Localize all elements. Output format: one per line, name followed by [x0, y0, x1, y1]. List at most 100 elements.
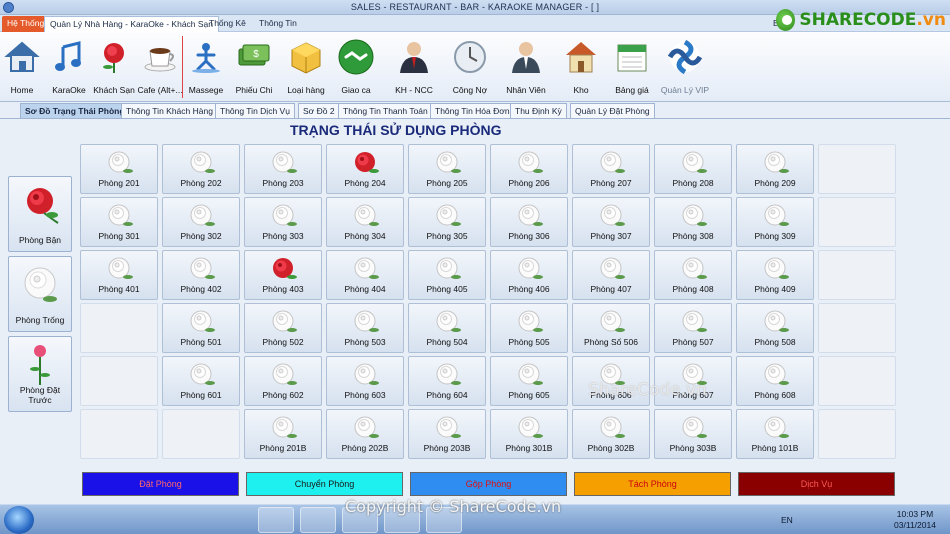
- ribbon-debt-button[interactable]: Công Nợ: [446, 35, 494, 99]
- room-button[interactable]: Phòng 301: [80, 197, 158, 247]
- room-button[interactable]: Phòng 202: [162, 144, 240, 194]
- room-button[interactable]: Phòng 206: [490, 144, 568, 194]
- ribbon-category-button[interactable]: Loại hàng: [282, 35, 330, 99]
- room-label: Phòng 403: [262, 284, 304, 294]
- room-button[interactable]: Phòng 501: [162, 303, 240, 353]
- room-button[interactable]: Phòng 209: [736, 144, 814, 194]
- rose-icon: [103, 43, 124, 73]
- ribbon-cafe-button[interactable]: Cafe (Alt+...: [137, 35, 183, 99]
- room-button[interactable]: Phòng 503: [326, 303, 404, 353]
- services-button[interactable]: Dịch Vụ: [738, 472, 895, 496]
- start-button[interactable]: [4, 506, 34, 534]
- room-label: Phòng 203: [262, 178, 304, 188]
- room-button[interactable]: Phòng 408: [654, 250, 732, 300]
- room-label: Phòng 309: [754, 231, 796, 241]
- ribbon-customer-supplier-button[interactable]: KH - NCC: [388, 35, 440, 99]
- room-button[interactable]: Phòng 304: [326, 197, 404, 247]
- room-button[interactable]: Phòng 401: [80, 250, 158, 300]
- tab-periodic-collection[interactable]: Thu Định Kỳ: [510, 103, 567, 118]
- room-button[interactable]: Phòng 507: [654, 303, 732, 353]
- transfer-room-button[interactable]: Chuyển Phòng: [246, 472, 403, 496]
- room-button[interactable]: Phòng Số 506: [572, 303, 650, 353]
- room-button[interactable]: Phòng 603: [326, 356, 404, 406]
- tab-booking-management[interactable]: Quản Lý Đặt Phòng: [570, 103, 655, 118]
- book-room-button[interactable]: Đặt Phòng: [82, 472, 239, 496]
- white-rose-icon: [682, 310, 707, 332]
- room-button[interactable]: Phòng 403: [244, 250, 322, 300]
- room-button[interactable]: Phòng 202B: [326, 409, 404, 459]
- room-button[interactable]: Phòng 201B: [244, 409, 322, 459]
- room-button[interactable]: Phòng 303B: [654, 409, 732, 459]
- room-button[interactable]: Phòng 301B: [490, 409, 568, 459]
- room-button[interactable]: Phòng 208: [654, 144, 732, 194]
- tab-invoice-info[interactable]: Thông Tin Hóa Đơn: [430, 103, 515, 118]
- room-button[interactable]: Phòng 306: [490, 197, 568, 247]
- menu-tab-info[interactable]: Thông Tin: [254, 16, 302, 32]
- room-button[interactable]: Phòng 508: [736, 303, 814, 353]
- ribbon-massage-button[interactable]: Massege: [185, 35, 227, 99]
- room-button[interactable]: Phòng 605: [490, 356, 568, 406]
- tab-map-2[interactable]: Sơ Đồ 2: [298, 103, 340, 118]
- room-button[interactable]: Phòng 307: [572, 197, 650, 247]
- tab-room-status-map[interactable]: Sơ Đồ Trạng Thái Phòng: [20, 103, 130, 118]
- room-button[interactable]: Phòng 309: [736, 197, 814, 247]
- room-button[interactable]: Phòng 604: [408, 356, 486, 406]
- room-button[interactable]: Phòng 402: [162, 250, 240, 300]
- ribbon-warehouse-button[interactable]: Kho: [558, 35, 604, 99]
- tab-service-info[interactable]: Thông Tin Dịch Vụ: [215, 103, 295, 118]
- room-button[interactable]: Phòng 305: [408, 197, 486, 247]
- room-button[interactable]: Phòng 203: [244, 144, 322, 194]
- language-indicator[interactable]: EN: [781, 515, 793, 525]
- white-rose-icon: [190, 310, 215, 332]
- taskbar-word-icon[interactable]: [300, 507, 336, 533]
- menu-tab-system[interactable]: Hệ Thống: [2, 16, 50, 32]
- taskbar-app-1-icon[interactable]: [44, 507, 80, 533]
- ribbon-vip-button[interactable]: Quản Lý VIP: [660, 35, 710, 99]
- room-button[interactable]: Phòng 201: [80, 144, 158, 194]
- white-rose-icon: [764, 204, 789, 226]
- taskbar-app-4-icon[interactable]: [172, 507, 208, 533]
- taskbar-chrome-icon[interactable]: [214, 507, 250, 533]
- room-button[interactable]: Phòng 302B: [572, 409, 650, 459]
- room-button[interactable]: Phòng 502: [244, 303, 322, 353]
- taskbar-ie-icon[interactable]: [130, 507, 166, 533]
- room-button[interactable]: Phòng 407: [572, 250, 650, 300]
- taskbar-app-2-icon[interactable]: [88, 507, 124, 533]
- room-button[interactable]: Phòng 101B: [736, 409, 814, 459]
- merge-room-button[interactable]: Gộp Phòng: [410, 472, 567, 496]
- room-button[interactable]: Phòng 207: [572, 144, 650, 194]
- menu-tab-management[interactable]: Quản Lý Nhà Hàng - KaraOke - Khách Sạn: [44, 16, 220, 32]
- room-button[interactable]: Phòng 602: [244, 356, 322, 406]
- white-rose-icon: [764, 363, 789, 385]
- room-button[interactable]: Phòng 504: [408, 303, 486, 353]
- room-button[interactable]: Phòng 205: [408, 144, 486, 194]
- split-room-button[interactable]: Tách Phòng: [574, 472, 731, 496]
- room-button[interactable]: Phòng 505: [490, 303, 568, 353]
- room-button[interactable]: Phòng 405: [408, 250, 486, 300]
- room-button[interactable]: Phòng 601: [162, 356, 240, 406]
- room-button[interactable]: Phòng 302: [162, 197, 240, 247]
- legend-reserved-room-button[interactable]: Phòng Đặt Trước: [8, 336, 72, 412]
- room-button[interactable]: Phòng 303: [244, 197, 322, 247]
- ribbon-karaoke-button[interactable]: KaraOke: [48, 35, 90, 99]
- legend-free-room-button[interactable]: Phòng Trống: [8, 256, 72, 332]
- ribbon-employee-button[interactable]: Nhân Viên: [500, 35, 552, 99]
- room-button[interactable]: Phòng 406: [490, 250, 568, 300]
- room-button[interactable]: Phòng 203B: [408, 409, 486, 459]
- tab-payment-info[interactable]: Thông Tin Thanh Toán: [338, 103, 433, 118]
- ribbon-price-list-button[interactable]: Bảng giá: [608, 35, 656, 99]
- ribbon-expense-button[interactable]: $ Phiếu Chi: [230, 35, 278, 99]
- taskbar-explorer-icon[interactable]: [258, 507, 294, 533]
- tab-customer-info[interactable]: Thông Tin Khách Hàng: [121, 103, 218, 118]
- room-button[interactable]: Phòng 608: [736, 356, 814, 406]
- room-button[interactable]: Phòng 308: [654, 197, 732, 247]
- menu-tab-statistics[interactable]: Thống Kê: [204, 16, 251, 32]
- legend-busy-room-button[interactable]: Phòng Bận: [8, 176, 72, 252]
- room-button[interactable]: Phòng 404: [326, 250, 404, 300]
- room-button[interactable]: Phòng 409: [736, 250, 814, 300]
- system-clock[interactable]: 10:03 PM 03/11/2014: [885, 509, 945, 531]
- ribbon-home-button[interactable]: Home: [2, 35, 42, 99]
- ribbon-hotel-button[interactable]: Khách Sạn: [92, 35, 136, 99]
- ribbon-shift-button[interactable]: Giao ca: [332, 35, 380, 99]
- room-button[interactable]: Phòng 204: [326, 144, 404, 194]
